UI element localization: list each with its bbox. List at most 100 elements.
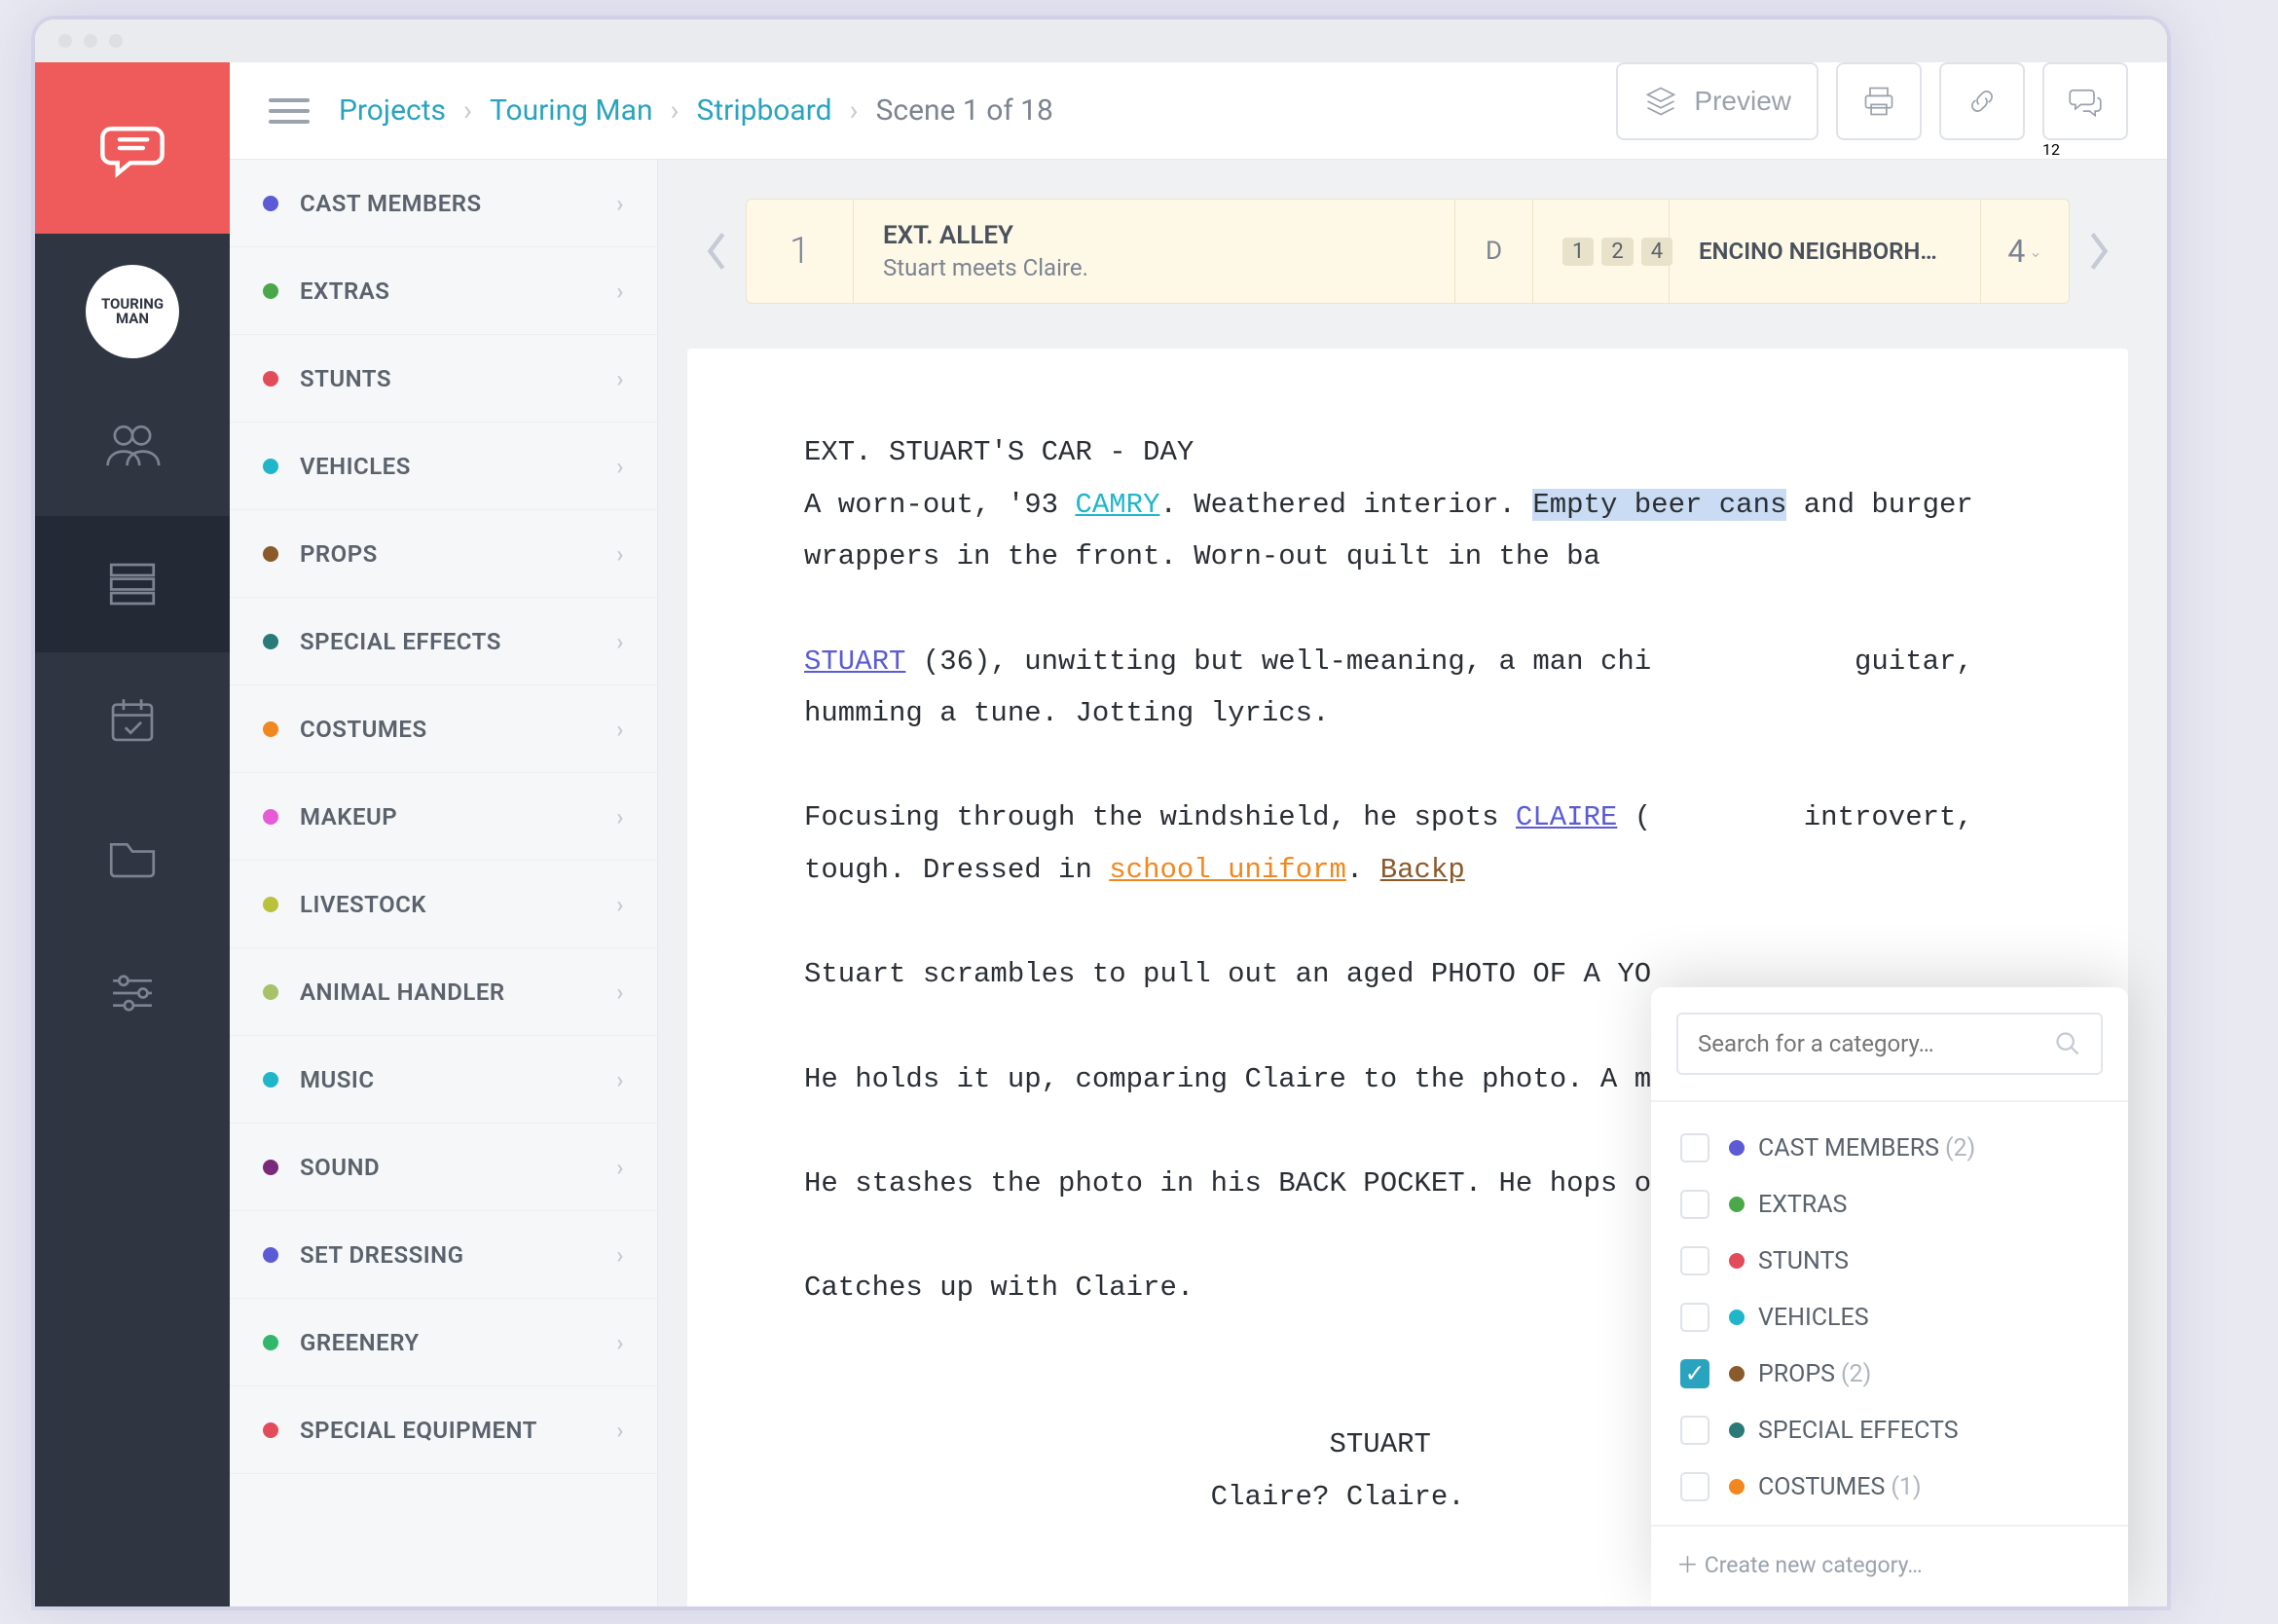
rail-settings[interactable] xyxy=(35,925,230,1061)
category-option[interactable]: ✓PROPS (2) xyxy=(1669,1346,2111,1402)
category-label: COSTUMES xyxy=(300,716,427,743)
category-option-list[interactable]: CAST MEMBERS (2) EXTRAS STUNTS VEHICLES ✓PRO… xyxy=(1651,1102,2128,1525)
rail-stripboard[interactable] xyxy=(35,516,230,652)
checkbox[interactable] xyxy=(1680,1246,1709,1275)
category-label: SPECIAL EQUIPMENT xyxy=(300,1417,537,1444)
chevron-right-icon: › xyxy=(616,978,624,1006)
rail-files[interactable] xyxy=(35,789,230,925)
stripboard-icon xyxy=(104,556,161,612)
swatch-icon xyxy=(263,1160,278,1175)
category-item[interactable]: COSTUMES› xyxy=(230,685,657,773)
comments-button[interactable] xyxy=(2042,62,2128,140)
swatch-icon xyxy=(263,1247,278,1263)
category-item[interactable]: STUNTS› xyxy=(230,335,657,423)
share-button[interactable] xyxy=(1939,62,2025,140)
category-item[interactable]: GREENERY› xyxy=(230,1299,657,1386)
category-label: GREENERY xyxy=(300,1329,420,1356)
hamburger-menu[interactable] xyxy=(269,91,310,131)
category-item[interactable]: VEHICLES› xyxy=(230,423,657,510)
checkbox[interactable] xyxy=(1680,1190,1709,1219)
swatch-icon xyxy=(1729,1422,1745,1438)
option-label: VEHICLES xyxy=(1758,1304,1869,1332)
chevron-right-icon xyxy=(2085,230,2113,273)
category-item[interactable]: ANIMAL HANDLER › xyxy=(230,948,657,1036)
link-icon xyxy=(1965,84,2000,119)
rail-people[interactable] xyxy=(35,380,230,516)
category-option[interactable]: CAST MEMBERS (2) xyxy=(1669,1120,2111,1176)
category-item[interactable]: SET DRESSING› xyxy=(230,1211,657,1299)
swatch-icon xyxy=(263,371,278,387)
cast-chips: 124 xyxy=(1533,200,1670,303)
breadcrumb-link[interactable]: Touring Man xyxy=(490,93,653,128)
category-item[interactable]: MAKEUP› xyxy=(230,773,657,861)
swatch-icon xyxy=(1729,1310,1745,1325)
category-item[interactable]: SPECIAL EFFECTS› xyxy=(230,598,657,685)
app-logo[interactable] xyxy=(35,62,230,234)
prev-scene-button[interactable] xyxy=(687,199,746,304)
chevron-right-icon: › xyxy=(616,540,624,568)
category-item[interactable]: SPECIAL EQUIPMENT › xyxy=(230,1386,657,1474)
category-option[interactable]: COSTUMES (1) xyxy=(1669,1458,2111,1515)
printer-icon xyxy=(1861,84,1896,119)
category-item[interactable]: PROPS› xyxy=(230,510,657,598)
chat-icon xyxy=(2068,84,2103,119)
category-search[interactable] xyxy=(1676,1013,2103,1075)
swatch-icon xyxy=(263,283,278,299)
window-control-icon[interactable] xyxy=(84,34,97,48)
chevron-right-icon: › xyxy=(850,93,859,128)
rail-project[interactable]: TOURINGMAN xyxy=(35,243,230,380)
chevron-right-icon: › xyxy=(616,190,624,217)
breadcrumb-link[interactable]: Projects xyxy=(339,93,446,128)
chevron-right-icon: › xyxy=(671,93,680,128)
checkbox[interactable] xyxy=(1680,1472,1709,1501)
category-option[interactable]: EXTRAS xyxy=(1669,1176,2111,1233)
chevron-down-icon: ⌄ xyxy=(2029,242,2041,261)
scene-strip[interactable]: 1 EXT. ALLEY Stuart meets Claire. D 124 … xyxy=(746,199,2070,304)
category-label: LIVESTOCK xyxy=(300,891,426,918)
category-item[interactable]: SOUND › xyxy=(230,1124,657,1211)
option-label: EXTRAS xyxy=(1758,1191,1847,1219)
chevron-right-icon: › xyxy=(616,1154,624,1181)
chevron-right-icon: › xyxy=(616,1066,624,1093)
checkbox[interactable] xyxy=(1680,1303,1709,1332)
checkbox[interactable] xyxy=(1680,1133,1709,1163)
swatch-icon xyxy=(263,809,278,825)
create-category-button[interactable]: ＋ Create new category… xyxy=(1651,1527,2128,1606)
category-label: EXTRAS xyxy=(300,277,389,305)
window-control-icon[interactable] xyxy=(109,34,123,48)
window-control-icon[interactable] xyxy=(58,34,72,48)
chevron-right-icon: › xyxy=(616,277,624,305)
swatch-icon xyxy=(263,984,278,1000)
print-button[interactable] xyxy=(1836,62,1922,140)
category-option[interactable]: STUNTS xyxy=(1669,1233,2111,1289)
next-scene-button[interactable] xyxy=(2070,199,2128,304)
category-option[interactable]: SPECIAL EFFECTS xyxy=(1669,1402,2111,1458)
checkbox[interactable]: ✓ xyxy=(1680,1359,1709,1388)
breadcrumb-link[interactable]: Stripboard xyxy=(697,93,832,128)
comments-badge: 12 xyxy=(2042,140,2060,159)
category-label: ANIMAL HANDLER xyxy=(300,978,505,1006)
preview-button[interactable]: Preview xyxy=(1616,62,1819,140)
category-option[interactable]: VEHICLES xyxy=(1669,1289,2111,1346)
scene-heading: EXT. ALLEY xyxy=(883,221,1013,250)
category-item[interactable]: MUSIC › xyxy=(230,1036,657,1124)
rail-calendar[interactable] xyxy=(35,652,230,789)
option-label: COSTUMES xyxy=(1758,1473,1885,1501)
category-item[interactable]: EXTRAS › xyxy=(230,247,657,335)
category-label: CAST MEMBERS xyxy=(300,190,482,217)
chevron-right-icon: › xyxy=(616,1417,624,1444)
category-label: STUNTS xyxy=(300,365,391,392)
chevron-right-icon: › xyxy=(616,628,624,655)
search-input[interactable] xyxy=(1698,1030,2040,1057)
cast-chip: 2 xyxy=(1601,238,1633,266)
search-icon xyxy=(2054,1030,2081,1057)
category-item[interactable]: CAST MEMBERS › xyxy=(230,160,657,247)
swatch-icon xyxy=(263,721,278,737)
category-item[interactable]: LIVESTOCK› xyxy=(230,861,657,948)
topbar: Projects › Touring Man › Stripboard › Sc… xyxy=(230,62,2167,160)
swatch-icon xyxy=(1729,1479,1745,1495)
category-label: SOUND xyxy=(300,1154,380,1181)
chevron-right-icon: › xyxy=(463,93,472,128)
checkbox[interactable] xyxy=(1680,1416,1709,1445)
category-label: MUSIC xyxy=(300,1066,375,1093)
